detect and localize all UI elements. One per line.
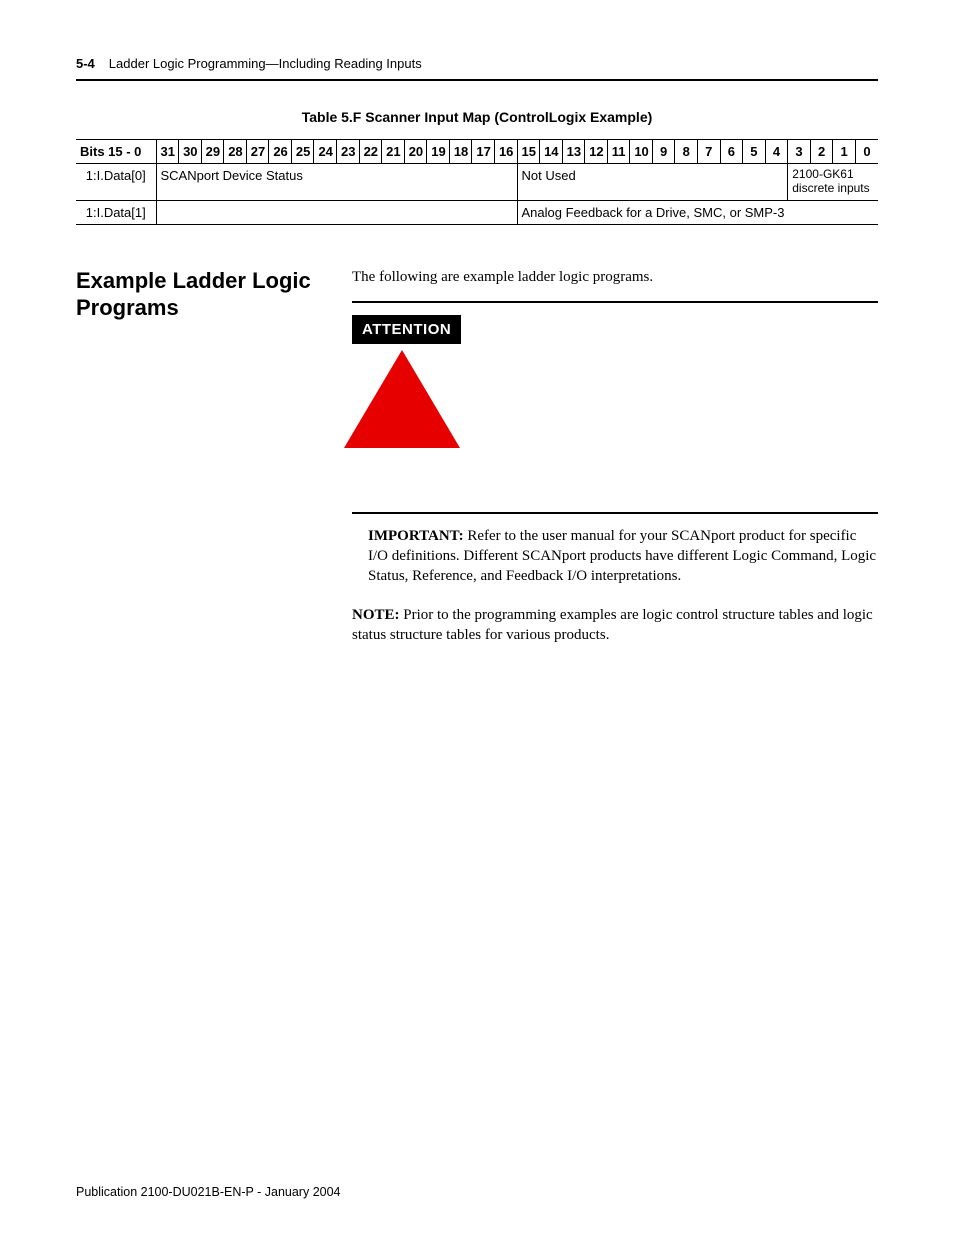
bit-col: 28 — [224, 140, 247, 164]
bit-col: 30 — [179, 140, 202, 164]
bit-col: 13 — [562, 140, 585, 164]
table-caption: Table 5.F Scanner Input Map (ControlLogi… — [76, 109, 878, 125]
bit-col: 22 — [359, 140, 382, 164]
bit-col: 8 — [675, 140, 698, 164]
row-header-label: Bits 15 - 0 — [76, 140, 156, 164]
page: 5-4 Ladder Logic Programming—Including R… — [0, 0, 954, 1235]
bit-col: 19 — [427, 140, 450, 164]
running-header: 5-4 Ladder Logic Programming—Including R… — [76, 56, 878, 71]
section-body: The following are example ladder logic p… — [352, 267, 878, 656]
important-rule — [352, 512, 878, 514]
bit-col: 9 — [652, 140, 675, 164]
attention-label: ATTENTION — [352, 315, 461, 344]
bit-col: 7 — [698, 140, 721, 164]
bit-col: 31 — [156, 140, 179, 164]
bit-col: 12 — [585, 140, 608, 164]
attention-block: ATTENTION — [352, 315, 878, 448]
bit-col: 20 — [404, 140, 427, 164]
bit-col: 6 — [720, 140, 743, 164]
bit-col: 11 — [607, 140, 630, 164]
row-name: 1:I.Data[1] — [76, 200, 156, 224]
row-name: 1:I.Data[0] — [76, 164, 156, 201]
bit-col: 26 — [269, 140, 292, 164]
bit-col: 18 — [449, 140, 472, 164]
header-rule — [76, 79, 878, 81]
bit-col: 10 — [630, 140, 653, 164]
bit-col: 14 — [540, 140, 563, 164]
table-cell: SCANport Device Status — [156, 164, 517, 201]
bit-col: 1 — [833, 140, 856, 164]
important-paragraph: IMPORTANT: Refer to the user manual for … — [368, 526, 878, 587]
bit-col: 25 — [291, 140, 314, 164]
attention-triangle-icon — [344, 350, 460, 448]
page-number: 5-4 — [76, 56, 95, 71]
bit-col: 27 — [246, 140, 269, 164]
table-cell: 2100-GK61 discrete inputs — [788, 164, 878, 201]
bit-col: 29 — [201, 140, 224, 164]
table-row: 1:I.Data[1] Analog Feedback for a Drive, … — [76, 200, 878, 224]
intro-text: The following are example ladder logic p… — [352, 267, 878, 287]
section-heading: Example Ladder Logic Programs — [76, 267, 336, 656]
note-text: Prior to the programming examples are lo… — [352, 607, 873, 643]
bit-col: 24 — [314, 140, 337, 164]
bit-col: 16 — [494, 140, 517, 164]
section-top-rule — [352, 301, 878, 303]
table-cell: Analog Feedback for a Drive, SMC, or SMP… — [517, 200, 878, 224]
important-block: IMPORTANT: Refer to the user manual for … — [352, 512, 878, 645]
bit-col: 5 — [743, 140, 766, 164]
note-label: NOTE: — [352, 607, 400, 623]
bit-col: 2 — [810, 140, 833, 164]
scanner-input-map-table: Bits 15 - 0 3130292827262524232221201918… — [76, 139, 878, 225]
publication-footer: Publication 2100-DU021B-EN-P - January 2… — [76, 1185, 341, 1199]
table-header-row: Bits 15 - 0 3130292827262524232221201918… — [76, 140, 878, 164]
table-body: 1:I.Data[0]SCANport Device StatusNot Use… — [76, 164, 878, 225]
important-label: IMPORTANT: — [368, 528, 464, 544]
header-title: Ladder Logic Programming—Including Readi… — [109, 56, 422, 71]
bit-col: 23 — [337, 140, 360, 164]
bit-col: 4 — [765, 140, 788, 164]
table-row: 1:I.Data[0]SCANport Device StatusNot Use… — [76, 164, 878, 201]
bit-col: 0 — [855, 140, 878, 164]
bit-col: 17 — [472, 140, 495, 164]
table-cell: Not Used — [517, 164, 788, 201]
bit-col: 21 — [382, 140, 405, 164]
table-cell — [156, 200, 517, 224]
bit-col: 15 — [517, 140, 540, 164]
bit-col: 3 — [788, 140, 811, 164]
note-paragraph: NOTE: Prior to the programming examples … — [352, 605, 878, 646]
